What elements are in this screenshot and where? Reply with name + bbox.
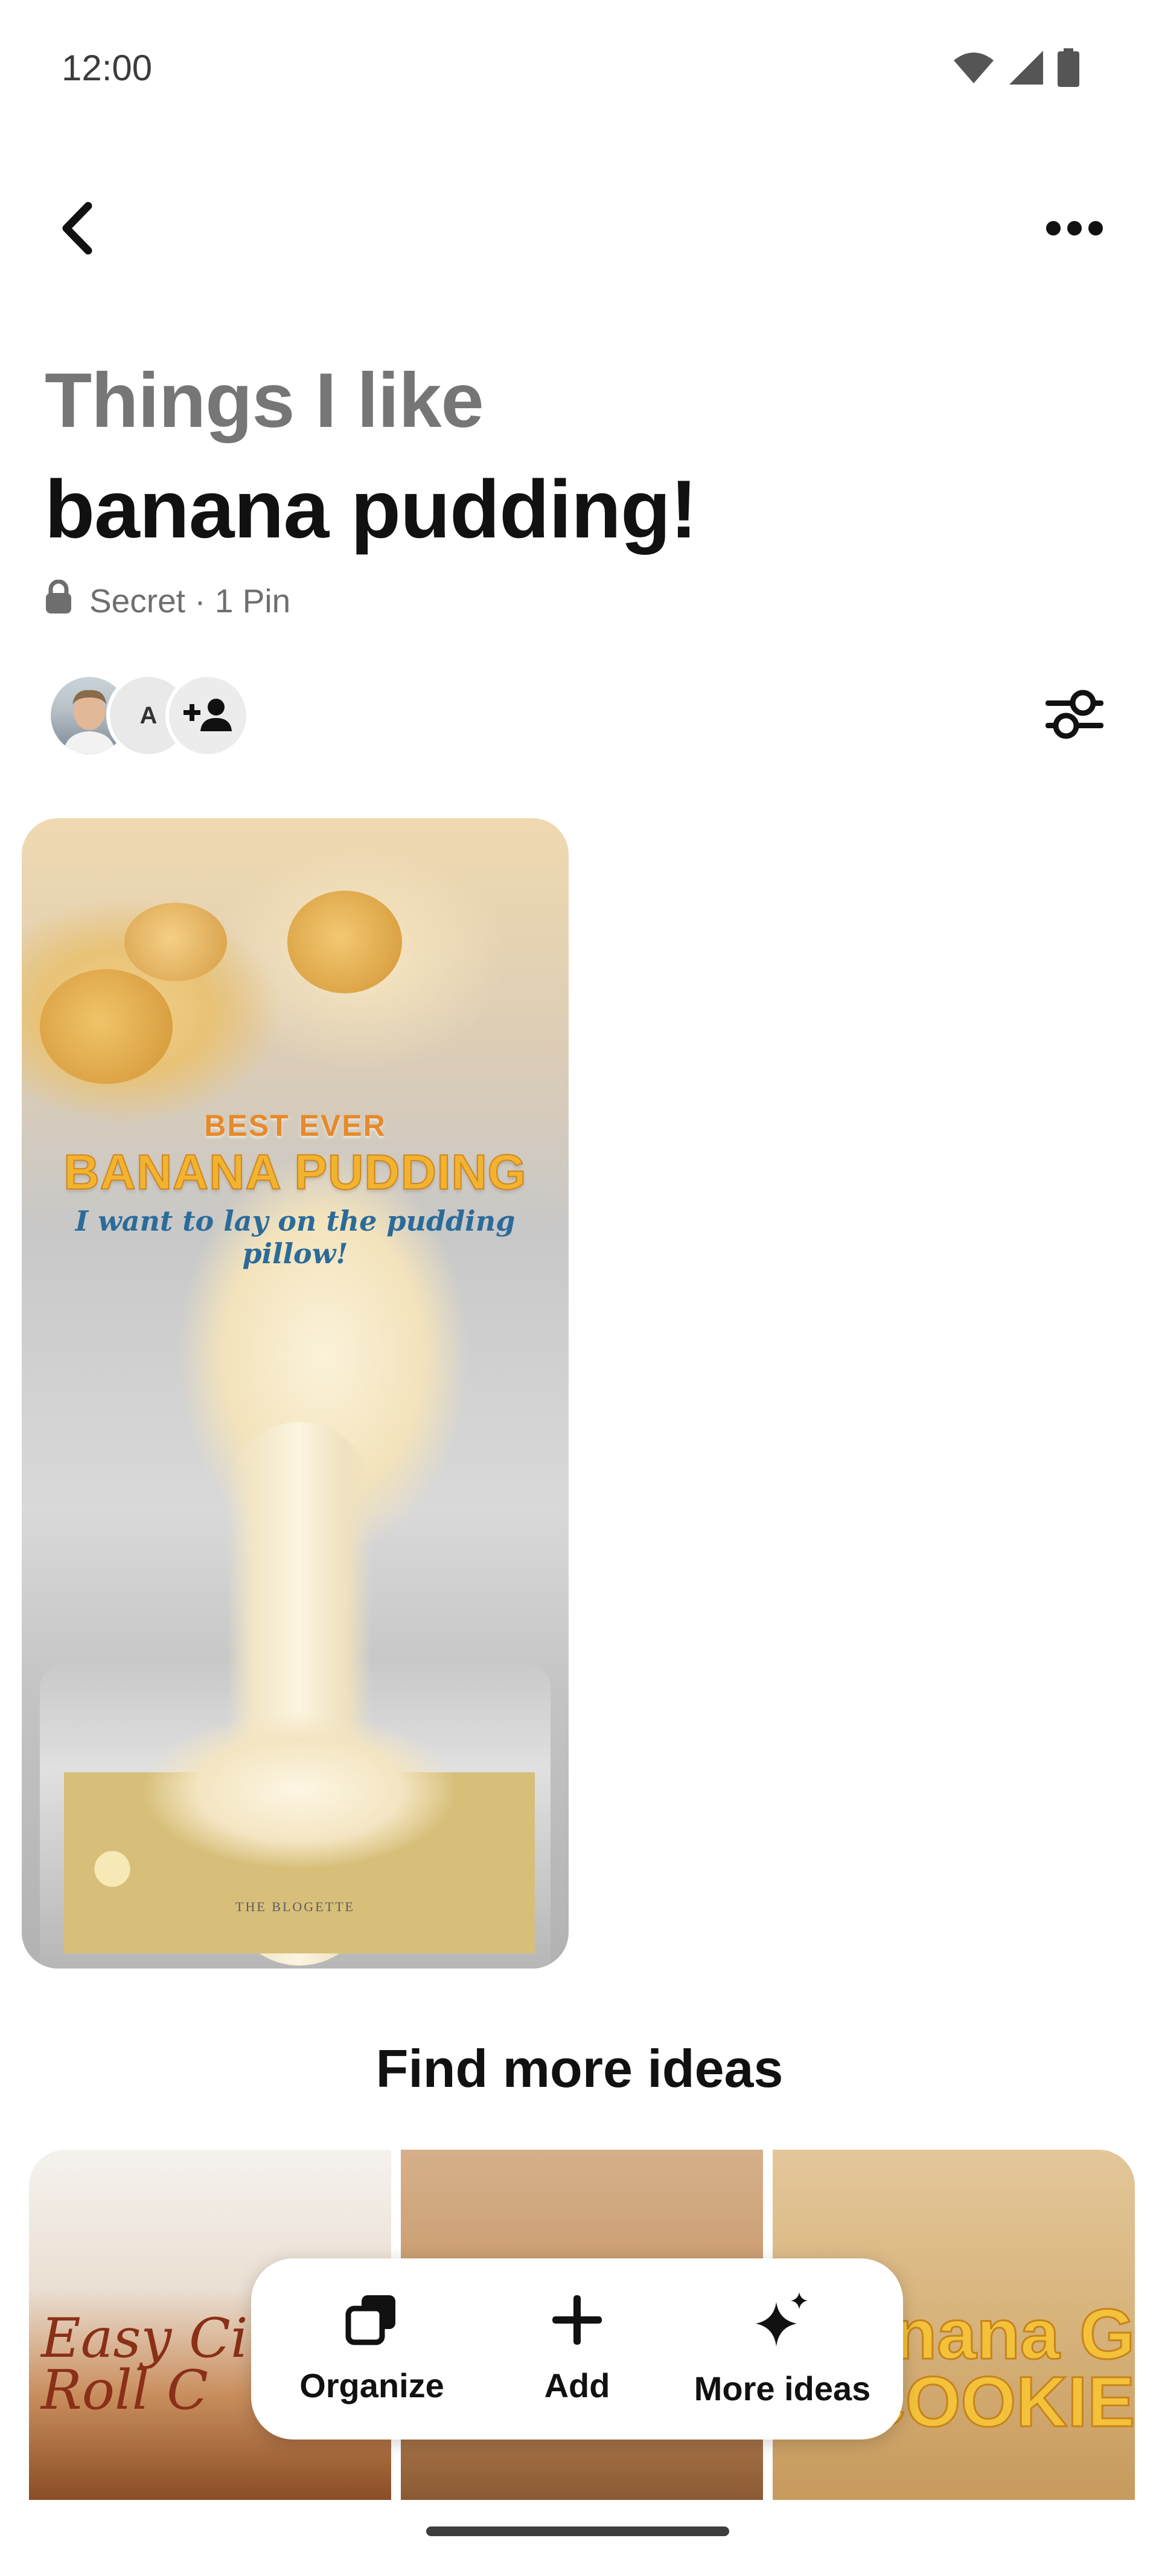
pin-overlay-caption: I want to lay on the pudding pillow! [75, 1205, 516, 1270]
avatar-initial-text: A [139, 702, 158, 729]
back-button[interactable] [53, 199, 101, 260]
board-filter-button[interactable] [1038, 682, 1111, 749]
board-privacy-text: Secret · 1 Pin [89, 582, 291, 620]
organize-icon [345, 2293, 399, 2350]
chevron-left-icon [59, 201, 95, 258]
board-title: banana pudding! [45, 463, 697, 555]
more-ideas-label: More ideas [694, 2369, 871, 2408]
add-person-icon [184, 696, 232, 735]
board-action-bar: Organize Add More ideas [251, 2258, 903, 2440]
gesture-navigation-bar[interactable] [426, 2526, 729, 2536]
pin-overlay-title: BANANA PUDDING [63, 1144, 527, 1200]
organize-button[interactable]: Organize [275, 2293, 468, 2405]
add-button[interactable]: Add [481, 2293, 674, 2405]
more-ideas-button[interactable]: More ideas [686, 2290, 879, 2408]
status-icons [953, 48, 1079, 90]
wifi-icon [953, 51, 995, 88]
organize-label: Organize [299, 2366, 444, 2405]
status-time: 12:00 [62, 48, 153, 88]
parent-board-link[interactable]: Things I like [45, 356, 484, 445]
add-label: Add [544, 2366, 610, 2405]
board-privacy-row: Secret · 1 Pin [45, 579, 291, 621]
sliders-icon [1044, 687, 1105, 745]
lock-icon [45, 579, 72, 621]
add-collaborator-button[interactable] [165, 673, 250, 758]
more-options-button[interactable] [1038, 211, 1111, 248]
ellipsis-icon [1044, 219, 1105, 240]
pin-image-wafer [40, 969, 173, 1084]
pin-card[interactable]: BEST EVER BANANA PUDDING I want to lay o… [22, 818, 569, 1969]
pin-image-wafer [124, 903, 227, 981]
battery-icon [1058, 48, 1079, 90]
plus-icon [550, 2293, 604, 2350]
pin-image-wafer [287, 891, 402, 993]
pin-image-cream [142, 1712, 456, 1869]
pin-watermark: THE BLOGETTE [235, 1899, 355, 1914]
signal-icon [1008, 50, 1044, 89]
collaborators[interactable]: A [47, 673, 252, 764]
find-more-ideas-heading: Find more ideas [375, 2039, 784, 2098]
pin-overlay-text: BEST EVER [204, 1109, 386, 1142]
sparkle-icon [752, 2290, 813, 2353]
